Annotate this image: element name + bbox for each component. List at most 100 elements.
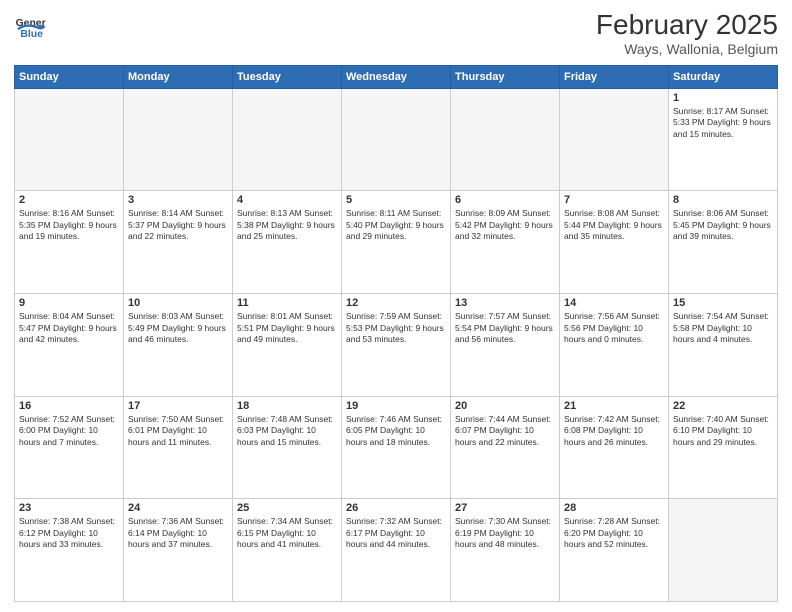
calendar-subtitle: Ways, Wallonia, Belgium: [596, 41, 778, 57]
day-number: 14: [564, 297, 664, 309]
day-info: Sunrise: 7:30 AM Sunset: 6:19 PM Dayligh…: [455, 516, 555, 550]
day-info: Sunrise: 8:17 AM Sunset: 5:33 PM Dayligh…: [673, 106, 773, 140]
weekday-header-monday: Monday: [124, 65, 233, 88]
calendar-cell: [451, 88, 560, 191]
calendar-cell: 9Sunrise: 8:04 AM Sunset: 5:47 PM Daylig…: [15, 294, 124, 397]
day-number: 17: [128, 400, 228, 412]
day-number: 19: [346, 400, 446, 412]
day-number: 22: [673, 400, 773, 412]
day-number: 7: [564, 194, 664, 206]
week-row-2: 9Sunrise: 8:04 AM Sunset: 5:47 PM Daylig…: [15, 294, 778, 397]
day-info: Sunrise: 7:59 AM Sunset: 5:53 PM Dayligh…: [346, 311, 446, 345]
day-info: Sunrise: 8:11 AM Sunset: 5:40 PM Dayligh…: [346, 208, 446, 242]
calendar-cell: 11 Sunrise: 8:01 AM Sunset: 5:51 PM Dayli…: [233, 294, 342, 397]
page: General Blue February 2025 Ways, Walloni…: [0, 0, 792, 612]
calendar-cell: 6 Sunrise: 8:09 AM Sunset: 5:42 PM Daylig…: [451, 191, 560, 294]
day-number: 11: [237, 297, 337, 309]
day-info: Sunrise: 8:01 AM Sunset: 5:51 PM Dayligh…: [237, 311, 337, 345]
day-info: Sunrise: 7:54 AM Sunset: 5:58 PM Dayligh…: [673, 311, 773, 345]
day-info: Sunrise: 8:09 AM Sunset: 5:42 PM Dayligh…: [455, 208, 555, 242]
day-info: Sunrise: 7:44 AM Sunset: 6:07 PM Dayligh…: [455, 414, 555, 448]
day-info: Sunrise: 8:14 AM Sunset: 5:37 PM Dayligh…: [128, 208, 228, 242]
calendar-cell: 2 Sunrise: 8:16 AM Sunset: 5:35 PM Daylig…: [15, 191, 124, 294]
day-number: 27: [455, 502, 555, 514]
calendar-cell: 7 Sunrise: 8:08 AM Sunset: 5:44 PM Daylig…: [560, 191, 669, 294]
header: General Blue February 2025 Ways, Walloni…: [14, 10, 778, 57]
weekday-header-friday: Friday: [560, 65, 669, 88]
calendar-cell: 1 Sunrise: 8:17 AM Sunset: 5:33 PM Daylig…: [669, 88, 778, 191]
title-block: February 2025 Ways, Wallonia, Belgium: [596, 10, 778, 57]
day-number: 23: [19, 502, 119, 514]
day-number: 18: [237, 400, 337, 412]
calendar-cell: [669, 499, 778, 602]
calendar-cell: 27 Sunrise: 7:30 AM Sunset: 6:19 PM Dayli…: [451, 499, 560, 602]
weekday-header-sunday: Sunday: [15, 65, 124, 88]
calendar-cell: [15, 88, 124, 191]
calendar-cell: 14Sunrise: 7:56 AM Sunset: 5:56 PM Dayli…: [560, 294, 669, 397]
calendar-cell: 16Sunrise: 7:52 AM Sunset: 6:00 PM Dayli…: [15, 396, 124, 499]
day-info: Sunrise: 7:36 AM Sunset: 6:14 PM Dayligh…: [128, 516, 228, 550]
day-number: 2: [19, 194, 119, 206]
calendar-cell: 25Sunrise: 7:34 AM Sunset: 6:15 PM Dayli…: [233, 499, 342, 602]
calendar-title: February 2025: [596, 10, 778, 41]
calendar-cell: 18Sunrise: 7:48 AM Sunset: 6:03 PM Dayli…: [233, 396, 342, 499]
day-number: 9: [19, 297, 119, 309]
calendar-cell: 15 Sunrise: 7:54 AM Sunset: 5:58 PM Dayli…: [669, 294, 778, 397]
day-info: Sunrise: 7:50 AM Sunset: 6:01 PM Dayligh…: [128, 414, 228, 448]
weekday-header-saturday: Saturday: [669, 65, 778, 88]
day-info: Sunrise: 7:42 AM Sunset: 6:08 PM Dayligh…: [564, 414, 664, 448]
day-number: 8: [673, 194, 773, 206]
day-info: Sunrise: 7:57 AM Sunset: 5:54 PM Dayligh…: [455, 311, 555, 345]
calendar-cell: [124, 88, 233, 191]
calendar-table: SundayMondayTuesdayWednesdayThursdayFrid…: [14, 65, 778, 602]
day-number: 28: [564, 502, 664, 514]
week-row-4: 23 Sunrise: 7:38 AM Sunset: 6:12 PM Dayli…: [15, 499, 778, 602]
day-info: Sunrise: 7:28 AM Sunset: 6:20 PM Dayligh…: [564, 516, 664, 550]
calendar-cell: [342, 88, 451, 191]
calendar-cell: 3 Sunrise: 8:14 AM Sunset: 5:37 PM Daylig…: [124, 191, 233, 294]
week-row-0: 1 Sunrise: 8:17 AM Sunset: 5:33 PM Daylig…: [15, 88, 778, 191]
day-info: Sunrise: 7:46 AM Sunset: 6:05 PM Dayligh…: [346, 414, 446, 448]
calendar-cell: 8Sunrise: 8:06 AM Sunset: 5:45 PM Daylig…: [669, 191, 778, 294]
calendar-cell: 10Sunrise: 8:03 AM Sunset: 5:49 PM Dayli…: [124, 294, 233, 397]
day-number: 15: [673, 297, 773, 309]
calendar-cell: 12 Sunrise: 7:59 AM Sunset: 5:53 PM Dayli…: [342, 294, 451, 397]
day-number: 20: [455, 400, 555, 412]
day-number: 1: [673, 92, 773, 104]
day-number: 10: [128, 297, 228, 309]
week-row-1: 2 Sunrise: 8:16 AM Sunset: 5:35 PM Daylig…: [15, 191, 778, 294]
svg-text:Blue: Blue: [20, 29, 43, 40]
day-info: Sunrise: 7:40 AM Sunset: 6:10 PM Dayligh…: [673, 414, 773, 448]
logo: General Blue: [14, 10, 46, 42]
calendar-cell: 13 Sunrise: 7:57 AM Sunset: 5:54 PM Dayli…: [451, 294, 560, 397]
day-number: 6: [455, 194, 555, 206]
calendar-cell: 4Sunrise: 8:13 AM Sunset: 5:38 PM Daylig…: [233, 191, 342, 294]
day-info: Sunrise: 7:32 AM Sunset: 6:17 PM Dayligh…: [346, 516, 446, 550]
day-number: 4: [237, 194, 337, 206]
day-number: 13: [455, 297, 555, 309]
weekday-header-thursday: Thursday: [451, 65, 560, 88]
week-row-3: 16Sunrise: 7:52 AM Sunset: 6:00 PM Dayli…: [15, 396, 778, 499]
day-info: Sunrise: 7:38 AM Sunset: 6:12 PM Dayligh…: [19, 516, 119, 550]
calendar-cell: 5 Sunrise: 8:11 AM Sunset: 5:40 PM Daylig…: [342, 191, 451, 294]
calendar-cell: [560, 88, 669, 191]
calendar-cell: 26 Sunrise: 7:32 AM Sunset: 6:17 PM Dayli…: [342, 499, 451, 602]
weekday-header-tuesday: Tuesday: [233, 65, 342, 88]
weekday-header-wednesday: Wednesday: [342, 65, 451, 88]
calendar-cell: 19 Sunrise: 7:46 AM Sunset: 6:05 PM Dayli…: [342, 396, 451, 499]
day-info: Sunrise: 7:34 AM Sunset: 6:15 PM Dayligh…: [237, 516, 337, 550]
day-info: Sunrise: 8:08 AM Sunset: 5:44 PM Dayligh…: [564, 208, 664, 242]
day-number: 21: [564, 400, 664, 412]
day-number: 12: [346, 297, 446, 309]
calendar-cell: 24 Sunrise: 7:36 AM Sunset: 6:14 PM Dayli…: [124, 499, 233, 602]
calendar-cell: 20 Sunrise: 7:44 AM Sunset: 6:07 PM Dayli…: [451, 396, 560, 499]
day-info: Sunrise: 7:52 AM Sunset: 6:00 PM Dayligh…: [19, 414, 119, 448]
calendar-cell: 21 Sunrise: 7:42 AM Sunset: 6:08 PM Dayli…: [560, 396, 669, 499]
calendar-cell: 17 Sunrise: 7:50 AM Sunset: 6:01 PM Dayli…: [124, 396, 233, 499]
day-number: 24: [128, 502, 228, 514]
day-number: 5: [346, 194, 446, 206]
day-info: Sunrise: 8:16 AM Sunset: 5:35 PM Dayligh…: [19, 208, 119, 242]
calendar-cell: 23 Sunrise: 7:38 AM Sunset: 6:12 PM Dayli…: [15, 499, 124, 602]
day-number: 3: [128, 194, 228, 206]
day-number: 26: [346, 502, 446, 514]
